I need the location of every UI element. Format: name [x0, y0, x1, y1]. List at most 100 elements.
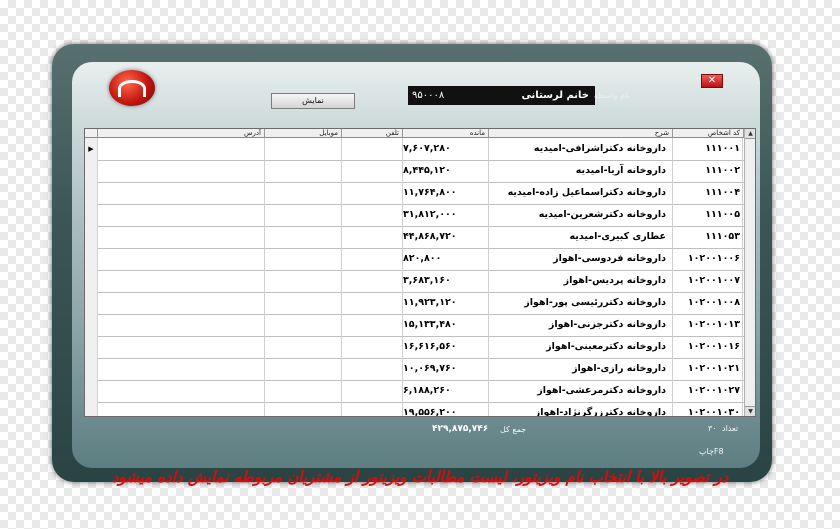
cell-desc[interactable]: داروخانه آریا-امیدیه: [489, 160, 673, 182]
cell-address[interactable]: [98, 204, 265, 226]
agent-name-field[interactable]: خانم لرستانی: [459, 86, 595, 105]
cell-desc[interactable]: داروخانه دکتراشرافی-امیدیه: [489, 138, 673, 160]
row-selector[interactable]: [85, 314, 98, 336]
cell-address[interactable]: [98, 270, 265, 292]
row-selector[interactable]: [85, 292, 98, 314]
cell-tel[interactable]: [342, 160, 403, 182]
cell-desc[interactable]: داروخانه پردیس-اهواز: [489, 270, 673, 292]
cell-balance[interactable]: ۷,۶۰۷,۲۸۰: [403, 138, 489, 160]
cell-code[interactable]: ۱۱۱۰۰۵: [673, 204, 743, 226]
row-selector[interactable]: [85, 248, 98, 270]
cell-mobile[interactable]: [265, 248, 342, 270]
cell-balance[interactable]: ۱۵,۱۳۳,۴۸۰: [403, 314, 489, 336]
cell-address[interactable]: [98, 182, 265, 204]
cell-desc[interactable]: عطاری کبیری-امیدیه: [489, 226, 673, 248]
cell-mobile[interactable]: [265, 138, 342, 160]
cell-code[interactable]: ۱۱۱۰۰۲: [673, 160, 743, 182]
row-selector[interactable]: [85, 270, 98, 292]
table-row[interactable]: ۱۶,۶۱۶,۵۶۰ داروخانه دکترمعینی-اهواز ۱۰۲۰۰۱…: [85, 336, 755, 359]
cell-mobile[interactable]: [265, 314, 342, 336]
cell-tel[interactable]: [342, 204, 403, 226]
cell-desc[interactable]: داروخانه دکتررئیسی پور-اهواز: [489, 292, 673, 314]
cell-code[interactable]: ۱۰۲۰۰۱۰۲۱: [673, 358, 743, 380]
row-selector[interactable]: [85, 226, 98, 248]
row-selector[interactable]: [85, 182, 98, 204]
table-row[interactable]: ۶,۱۸۸,۲۶۰ داروخانه دکترمرعشی-اهواز ۱۰۲۰۰۱۰…: [85, 380, 755, 403]
row-selector[interactable]: ▶: [85, 138, 98, 160]
scroll-down-icon[interactable]: ▼: [745, 406, 755, 416]
cell-tel[interactable]: [342, 314, 403, 336]
cell-balance[interactable]: ۸,۴۴۵,۱۲۰: [403, 160, 489, 182]
table-row[interactable]: ۳,۶۸۳,۱۶۰ داروخانه پردیس-اهواز ۱۰۲۰۰۱۰۰۷: [85, 270, 755, 293]
row-selector[interactable]: [85, 358, 98, 380]
cell-balance[interactable]: ۴۴,۸۶۸,۷۲۰: [403, 226, 489, 248]
cell-code[interactable]: ۱۰۲۰۰۱۰۱۶: [673, 336, 743, 358]
table-row[interactable]: ۴۴,۸۶۸,۷۲۰ عطاری کبیری-امیدیه ۱۱۱۰۵۳: [85, 226, 755, 249]
table-row[interactable]: ۱۵,۱۳۳,۴۸۰ داروخانه دکترجزنی-اهواز ۱۰۲۰۰۱۰…: [85, 314, 755, 337]
table-row[interactable]: ۱۹,۵۵۶,۲۰۰ داروخانه دکترزرگرنژاد-اهواز ۱۰۲…: [85, 402, 755, 416]
cell-address[interactable]: [98, 358, 265, 380]
cell-address[interactable]: [98, 314, 265, 336]
header-address[interactable]: آدرس: [98, 129, 265, 138]
cell-balance[interactable]: ۱۱,۹۲۳,۱۲۰: [403, 292, 489, 314]
cell-code[interactable]: ۱۱۱۰۰۴: [673, 182, 743, 204]
cell-balance[interactable]: ۶,۱۸۸,۲۶۰: [403, 380, 489, 402]
table-row[interactable]: ۳۱,۸۱۲,۰۰۰ داروخانه دکترشعرین-امیدیه ۱۱۱۰۰…: [85, 204, 755, 227]
row-selector[interactable]: [85, 402, 98, 416]
cell-address[interactable]: [98, 292, 265, 314]
cell-mobile[interactable]: [265, 402, 342, 416]
cell-mobile[interactable]: [265, 270, 342, 292]
cell-code[interactable]: ۱۰۲۰۰۱۰۱۳: [673, 314, 743, 336]
table-row[interactable]: ۸,۴۴۵,۱۲۰ داروخانه آریا-امیدیه ۱۱۱۰۰۲: [85, 160, 755, 183]
table-row[interactable]: ۱۰,۰۶۹,۷۶۰ داروخانه رازی-اهواز ۱۰۲۰۰۱۰۲۱: [85, 358, 755, 381]
row-selector[interactable]: [85, 380, 98, 402]
agent-code-field[interactable]: ۹۵۰۰۰۸: [408, 86, 464, 105]
cell-address[interactable]: [98, 380, 265, 402]
row-selector[interactable]: [85, 204, 98, 226]
cell-code[interactable]: ۱۱۱۰۰۱: [673, 138, 743, 160]
cell-tel[interactable]: [342, 358, 403, 380]
header-balance[interactable]: مانده: [403, 129, 489, 138]
cell-tel[interactable]: [342, 380, 403, 402]
cell-balance[interactable]: ۸۲۰,۸۰۰: [403, 248, 489, 270]
header-code[interactable]: کد اشخاص: [673, 129, 744, 138]
cell-code[interactable]: ۱۰۲۰۰۱۰۳۰: [673, 402, 743, 416]
cell-tel[interactable]: [342, 138, 403, 160]
close-icon[interactable]: ✕: [701, 74, 723, 88]
cell-desc[interactable]: داروخانه رازی-اهواز: [489, 358, 673, 380]
cell-tel[interactable]: [342, 182, 403, 204]
cell-mobile[interactable]: [265, 292, 342, 314]
cell-address[interactable]: [98, 336, 265, 358]
cell-desc[interactable]: داروخانه دکترجزنی-اهواز: [489, 314, 673, 336]
cell-tel[interactable]: [342, 336, 403, 358]
cell-mobile[interactable]: [265, 226, 342, 248]
row-selector[interactable]: [85, 336, 98, 358]
cell-code[interactable]: ۱۰۲۰۰۱۰۲۷: [673, 380, 743, 402]
header-mobile[interactable]: موبایل: [265, 129, 342, 138]
table-row[interactable]: ۱۱,۷۶۴,۸۰۰ داروخانه دکتراسماعیل زاده-امید…: [85, 182, 755, 205]
cell-mobile[interactable]: [265, 336, 342, 358]
cell-balance[interactable]: ۱۶,۶۱۶,۵۶۰: [403, 336, 489, 358]
header-tel[interactable]: تلفن: [342, 129, 403, 138]
cell-mobile[interactable]: [265, 182, 342, 204]
cell-code[interactable]: ۱۱۱۰۵۳: [673, 226, 743, 248]
cell-desc[interactable]: داروخانه دکتراسماعیل زاده-امیدیه: [489, 182, 673, 204]
cell-desc[interactable]: داروخانه دکترزرگرنژاد-اهواز: [489, 402, 673, 416]
debts-table[interactable]: آدرس موبایل تلفن مانده شرح کد اشخاص ▶ ۷,۶…: [84, 128, 756, 417]
cell-address[interactable]: [98, 402, 265, 416]
cell-address[interactable]: [98, 138, 265, 160]
cell-mobile[interactable]: [265, 380, 342, 402]
cell-desc[interactable]: داروخانه دکترمرعشی-اهواز: [489, 380, 673, 402]
cell-balance[interactable]: ۱۱,۷۶۴,۸۰۰: [403, 182, 489, 204]
cell-tel[interactable]: [342, 270, 403, 292]
vertical-scrollbar[interactable]: ▲ ▼: [744, 129, 755, 416]
row-selector[interactable]: [85, 160, 98, 182]
cell-tel[interactable]: [342, 248, 403, 270]
cell-code[interactable]: ۱۰۲۰۰۱۰۰۸: [673, 292, 743, 314]
table-row[interactable]: ۱۱,۹۲۳,۱۲۰ داروخانه دکتررئیسی پور-اهواز ۱۰…: [85, 292, 755, 315]
print-button[interactable]: F8چاپ: [699, 447, 724, 456]
cell-tel[interactable]: [342, 292, 403, 314]
cell-desc[interactable]: داروخانه فردوسی-اهواز: [489, 248, 673, 270]
show-button[interactable]: نمایش: [271, 93, 355, 109]
cell-balance[interactable]: ۳۱,۸۱۲,۰۰۰: [403, 204, 489, 226]
